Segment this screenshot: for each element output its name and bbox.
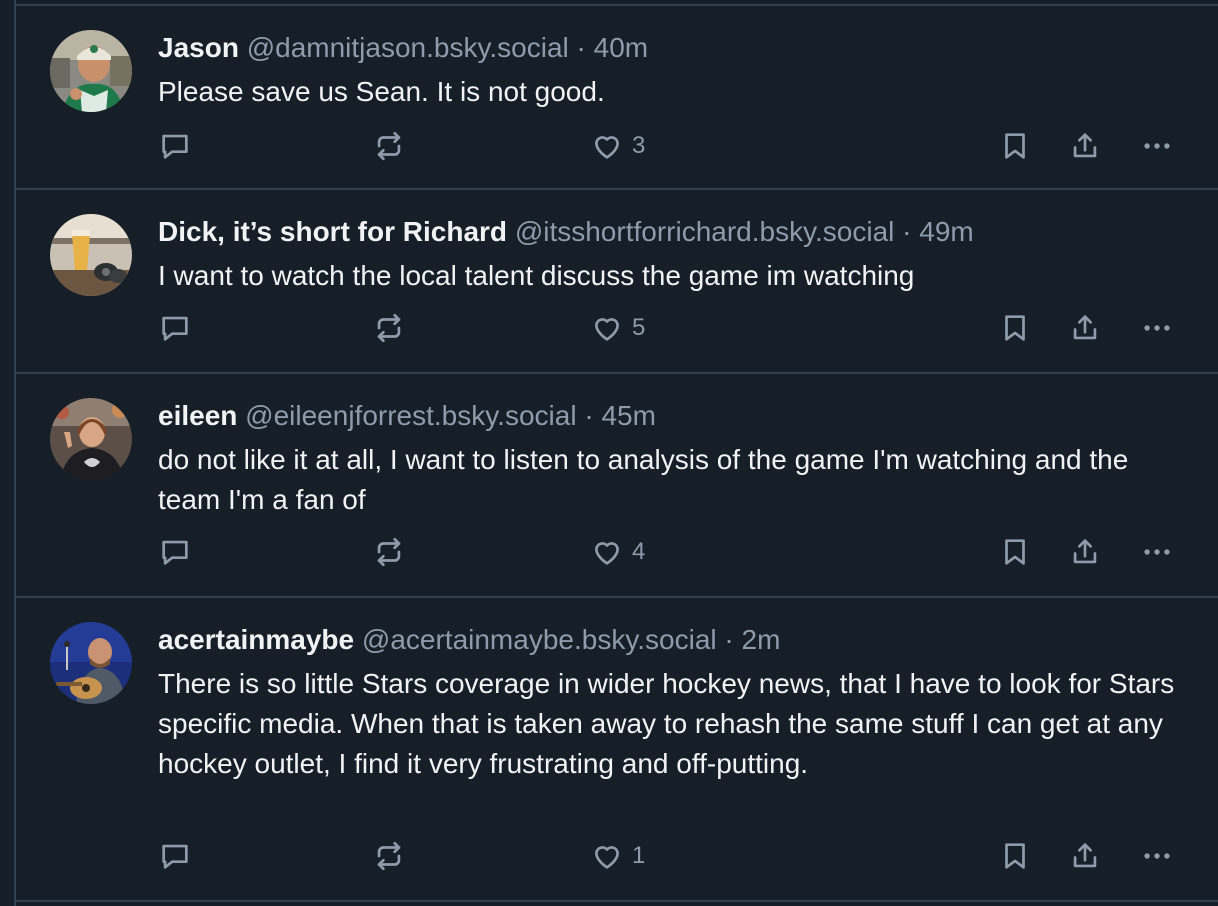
like-button[interactable]: 1 <box>590 836 645 876</box>
repost-button[interactable] <box>372 836 406 876</box>
author-name[interactable]: acertainmaybe <box>158 624 354 655</box>
post-text: do not like it at all, I want to listen … <box>158 444 1129 515</box>
reply-icon <box>162 540 188 565</box>
post-time[interactable]: 49m <box>919 216 973 247</box>
reply-icon <box>162 316 188 341</box>
reply-icon <box>162 844 188 869</box>
share-button[interactable] <box>1068 532 1102 572</box>
avatar-image-eileen <box>50 398 132 480</box>
bookmark-icon <box>1005 315 1025 341</box>
post-feed: Jason @damnitjason.bsky.social · 40m Ple… <box>14 0 1218 906</box>
reply-button[interactable] <box>158 126 192 166</box>
more-options-button[interactable] <box>1140 308 1174 348</box>
post-text: I want to watch the local talent discuss… <box>158 260 915 291</box>
like-count: 5 <box>632 314 646 341</box>
more-icon <box>1144 325 1170 331</box>
post-header: Dick, it’s short for Richard @itsshortfo… <box>158 214 974 250</box>
avatar-image-richard <box>50 214 132 296</box>
like-count: 4 <box>632 538 646 565</box>
share-button[interactable] <box>1068 126 1102 166</box>
like-button[interactable]: 5 <box>590 308 645 348</box>
separator-dot: · <box>584 400 594 431</box>
post-header: Jason @damnitjason.bsky.social · 40m <box>158 30 648 66</box>
reply-icon <box>162 134 188 159</box>
author-handle[interactable]: @damnitjason.bsky.social <box>247 32 569 63</box>
share-icon <box>1073 133 1097 158</box>
post-actions: 3 <box>16 126 1218 166</box>
author-name[interactable]: Jason <box>158 32 239 63</box>
author-name[interactable]: Dick, it’s short for Richard <box>158 216 507 247</box>
reply-button[interactable] <box>158 308 192 348</box>
post-time[interactable]: 45m <box>601 400 655 431</box>
bookmark-icon <box>1005 843 1025 869</box>
like-button[interactable]: 4 <box>590 532 645 572</box>
repost-button[interactable] <box>372 308 406 348</box>
avatar[interactable] <box>50 30 132 112</box>
more-icon <box>1144 549 1170 555</box>
more-options-button[interactable] <box>1140 126 1174 166</box>
more-icon <box>1144 143 1170 149</box>
repost-button[interactable] <box>372 532 406 572</box>
post-time[interactable]: 2m <box>742 624 781 655</box>
author-handle[interactable]: @itsshortforrichard.bsky.social <box>515 216 895 247</box>
post-time[interactable]: 40m <box>594 32 648 63</box>
post-item[interactable]: eileen @eileenjforrest.bsky.social · 45m… <box>16 374 1218 598</box>
separator-dot: · <box>902 216 912 247</box>
repost-button[interactable] <box>372 126 406 166</box>
bookmark-icon <box>1005 539 1025 565</box>
avatar[interactable] <box>50 622 132 704</box>
avatar[interactable] <box>50 398 132 480</box>
heart-icon <box>595 542 619 565</box>
avatar-image-jason <box>50 30 132 112</box>
bookmark-button[interactable] <box>998 308 1032 348</box>
avatar-image-acertainmaybe <box>50 622 132 704</box>
post-text: There is so little Stars coverage in wid… <box>158 668 1175 779</box>
repost-icon <box>377 537 401 567</box>
like-button[interactable]: 3 <box>590 126 645 166</box>
share-icon <box>1073 843 1097 868</box>
bookmark-button[interactable] <box>998 126 1032 166</box>
repost-icon <box>377 841 401 871</box>
heart-icon <box>595 846 619 869</box>
post-text: Please save us Sean. It is not good. <box>158 76 605 107</box>
post-actions: 4 <box>16 532 1218 572</box>
post-header: acertainmaybe @acertainmaybe.bsky.social… <box>158 622 780 658</box>
heart-icon <box>595 136 619 159</box>
bookmark-icon <box>1005 133 1025 159</box>
repost-icon <box>377 313 401 343</box>
post-item[interactable]: Jason @damnitjason.bsky.social · 40m Ple… <box>16 6 1218 190</box>
share-button[interactable] <box>1068 308 1102 348</box>
post-header: eileen @eileenjforrest.bsky.social · 45m <box>158 398 656 434</box>
like-count: 1 <box>632 842 646 869</box>
author-handle[interactable]: @acertainmaybe.bsky.social <box>362 624 717 655</box>
bookmark-button[interactable] <box>998 532 1032 572</box>
share-button[interactable] <box>1068 836 1102 876</box>
post-item[interactable]: Dick, it’s short for Richard @itsshortfo… <box>16 190 1218 374</box>
bookmark-button[interactable] <box>998 836 1032 876</box>
separator-dot: · <box>576 32 586 63</box>
share-icon <box>1073 315 1097 340</box>
repost-icon <box>377 131 401 161</box>
post-actions: 1 <box>16 836 1218 876</box>
more-options-button[interactable] <box>1140 532 1174 572</box>
like-count: 3 <box>632 132 646 159</box>
reply-button[interactable] <box>158 532 192 572</box>
more-icon <box>1144 853 1170 859</box>
share-icon <box>1073 539 1097 564</box>
author-name[interactable]: eileen <box>158 400 237 431</box>
post-item[interactable]: acertainmaybe @acertainmaybe.bsky.social… <box>16 598 1218 902</box>
post-actions: 5 <box>16 308 1218 348</box>
more-options-button[interactable] <box>1140 836 1174 876</box>
heart-icon <box>595 318 619 341</box>
avatar[interactable] <box>50 214 132 296</box>
separator-dot: · <box>724 624 734 655</box>
reply-button[interactable] <box>158 836 192 876</box>
author-handle[interactable]: @eileenjforrest.bsky.social <box>245 400 576 431</box>
